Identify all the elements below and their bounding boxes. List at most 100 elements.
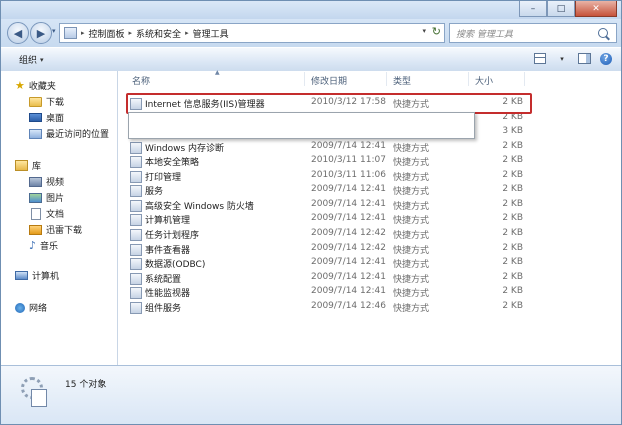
file-name: 事件查看器 bbox=[145, 245, 191, 256]
column-header-name[interactable]: 名称 bbox=[132, 74, 150, 87]
shortcut-icon bbox=[130, 272, 142, 285]
file-type: 快捷方式 bbox=[393, 172, 430, 183]
file-name: 任务计划程序 bbox=[145, 230, 200, 241]
file-date: 2010/3/11 11:07 bbox=[311, 155, 386, 166]
table-row[interactable]: 高级安全 Windows 防火墙 2009/7/14 12:41 快捷方式 2 KB bbox=[128, 198, 528, 212]
sidebar-item-label: 音乐 bbox=[40, 242, 59, 252]
organize-button[interactable]: 组织 ▾ bbox=[19, 53, 44, 67]
table-row[interactable]: 系统配置 2009/7/14 12:41 快捷方式 2 KB bbox=[128, 271, 528, 285]
sidebar-item-favorites[interactable]: ★ 收藏夹 bbox=[15, 78, 56, 93]
computer-icon bbox=[15, 271, 28, 280]
file-type: 快捷方式 bbox=[393, 260, 430, 271]
library-icon bbox=[15, 160, 28, 171]
sidebar-item-thunder-downloads[interactable]: 迅雷下载 bbox=[29, 223, 82, 236]
table-row[interactable]: Windows 内存诊断 2009/7/14 12:41 快捷方式 2 KB bbox=[128, 140, 528, 154]
table-row[interactable]: 计算机管理 2009/7/14 12:41 快捷方式 2 KB bbox=[128, 212, 528, 227]
shortcut-icon bbox=[130, 214, 142, 227]
column-header-type[interactable]: 类型 bbox=[393, 74, 411, 87]
forward-button[interactable]: ▶ bbox=[30, 22, 52, 44]
sidebar-item-documents[interactable]: 文档 bbox=[29, 207, 64, 220]
sidebar-item-computer[interactable]: 计算机 bbox=[15, 269, 59, 282]
file-size: 2 KB bbox=[502, 242, 523, 253]
shortcut-icon bbox=[130, 185, 142, 198]
back-button[interactable]: ◀ bbox=[7, 22, 29, 44]
search-input[interactable]: 搜索 管理工具 bbox=[450, 27, 598, 40]
file-size: 2 KB bbox=[502, 286, 523, 297]
sidebar-item-pictures[interactable]: 图片 bbox=[29, 191, 64, 204]
column-header-date[interactable]: 修改日期 bbox=[311, 74, 347, 87]
desktop-icon bbox=[29, 113, 42, 122]
preview-pane-icon bbox=[577, 53, 591, 64]
preview-pane-button[interactable] bbox=[575, 51, 593, 66]
close-button[interactable]: ✕ bbox=[575, 1, 617, 17]
table-row[interactable]: 任务计划程序 2009/7/14 12:42 快捷方式 2 KB bbox=[128, 227, 528, 241]
chevron-down-icon: ▾ bbox=[40, 55, 44, 64]
search-box[interactable]: 搜索 管理工具 bbox=[449, 23, 617, 43]
file-name: 系统配置 bbox=[145, 274, 182, 285]
file-date: 2009/7/14 12:41 bbox=[311, 257, 386, 268]
table-row[interactable]: 服务 2009/7/14 12:41 快捷方式 2 KB bbox=[128, 183, 528, 198]
table-row[interactable]: 事件查看器 2009/7/14 12:42 快捷方式 2 KB bbox=[128, 242, 528, 256]
change-view-button[interactable] bbox=[531, 51, 549, 66]
help-button[interactable]: ? bbox=[597, 51, 615, 66]
sidebar-item-music[interactable]: ♪ 音乐 bbox=[29, 238, 59, 253]
file-size: 2 KB bbox=[502, 213, 523, 224]
shortcut-icon bbox=[130, 287, 142, 300]
refresh-icon[interactable]: ↻ bbox=[432, 25, 441, 38]
thunder-download-icon bbox=[29, 224, 42, 235]
table-row[interactable]: 性能监视器 2009/7/14 12:41 快捷方式 2 KB bbox=[128, 285, 528, 300]
column-divider[interactable] bbox=[386, 72, 387, 86]
shortcut-icon bbox=[130, 199, 142, 212]
sidebar-item-recent-places[interactable]: 最近访问的位置 bbox=[29, 127, 109, 140]
file-size: 2 KB bbox=[502, 198, 523, 209]
table-row[interactable]: 数据源(ODBC) 2009/7/14 12:41 快捷方式 2 KB bbox=[128, 256, 528, 271]
column-header-size[interactable]: 大小 bbox=[475, 74, 493, 87]
sidebar-item-label: 图片 bbox=[46, 194, 65, 204]
navigation-pane: ★ 收藏夹 下载 桌面 最近访问的位置 库 视频 图片 文档 迅雷下载 ♪ 音乐… bbox=[1, 71, 118, 365]
sidebar-item-label: 网络 bbox=[29, 304, 48, 314]
breadcrumb-admin-tools[interactable]: 管理工具 bbox=[190, 27, 232, 40]
music-note-icon: ♪ bbox=[29, 238, 37, 252]
sidebar-item-downloads[interactable]: 下载 bbox=[29, 95, 64, 108]
column-divider[interactable] bbox=[304, 72, 305, 86]
sidebar-item-libraries[interactable]: 库 bbox=[15, 159, 41, 172]
file-type: 快捷方式 bbox=[393, 230, 430, 241]
sidebar-item-label: 桌面 bbox=[46, 114, 65, 124]
file-date: 2009/7/14 12:41 bbox=[311, 198, 386, 209]
maximize-button[interactable]: □ bbox=[547, 1, 575, 17]
view-dropdown-button[interactable]: ▾ bbox=[553, 51, 571, 66]
file-date: 2009/7/14 12:42 bbox=[311, 227, 386, 238]
window-controls: – □ ✕ bbox=[519, 1, 617, 17]
file-size: 2 KB bbox=[502, 271, 523, 282]
sidebar-item-desktop[interactable]: 桌面 bbox=[29, 111, 64, 124]
breadcrumb-system-security[interactable]: 系统和安全 bbox=[133, 27, 184, 40]
minimize-button[interactable]: – bbox=[519, 1, 547, 17]
sidebar-item-videos[interactable]: 视频 bbox=[29, 175, 64, 188]
admin-tools-icon bbox=[21, 377, 47, 407]
file-type: 快捷方式 bbox=[393, 143, 430, 154]
file-size: 2 KB bbox=[502, 184, 523, 195]
history-dropdown[interactable]: ▾ bbox=[52, 27, 56, 35]
column-divider[interactable] bbox=[524, 72, 525, 86]
star-icon: ★ bbox=[15, 78, 25, 92]
address-dropdown-icon[interactable]: ▾ bbox=[422, 27, 426, 35]
table-row[interactable]: 组件服务 2009/7/14 12:46 快捷方式 2 KB bbox=[128, 300, 528, 314]
file-date: 2010/3/11 11:06 bbox=[311, 169, 386, 180]
address-bar[interactable]: ▸ 控制面板 ▸ 系统和安全 ▸ 管理工具 ▾ ↻ bbox=[59, 23, 445, 43]
shortcut-icon bbox=[130, 258, 142, 271]
highlight-box bbox=[126, 93, 532, 114]
sidebar-item-label: 文档 bbox=[46, 210, 65, 220]
table-row[interactable]: 打印管理 2010/3/11 11:06 快捷方式 2 KB bbox=[128, 169, 528, 183]
sidebar-item-network[interactable]: 网络 bbox=[15, 301, 47, 314]
column-divider[interactable] bbox=[468, 72, 469, 86]
explorer-window: – □ ✕ ◀ ▶ ▾ ▸ 控制面板 ▸ 系统和安全 ▸ 管理工具 ▾ ↻ 搜索… bbox=[0, 0, 622, 425]
table-row[interactable]: 本地安全策略 2010/3/11 11:07 快捷方式 2 KB bbox=[128, 154, 528, 169]
breadcrumb-control-panel[interactable]: 控制面板 bbox=[86, 27, 128, 40]
file-size: 2 KB bbox=[502, 169, 523, 180]
organize-label: 组织 bbox=[19, 56, 38, 66]
search-icon[interactable] bbox=[598, 28, 608, 38]
details-pane: 15 个对象 bbox=[1, 365, 621, 424]
sidebar-item-label: 库 bbox=[32, 162, 42, 172]
video-library-icon bbox=[29, 176, 42, 187]
file-date: 2009/7/14 12:46 bbox=[311, 300, 386, 311]
